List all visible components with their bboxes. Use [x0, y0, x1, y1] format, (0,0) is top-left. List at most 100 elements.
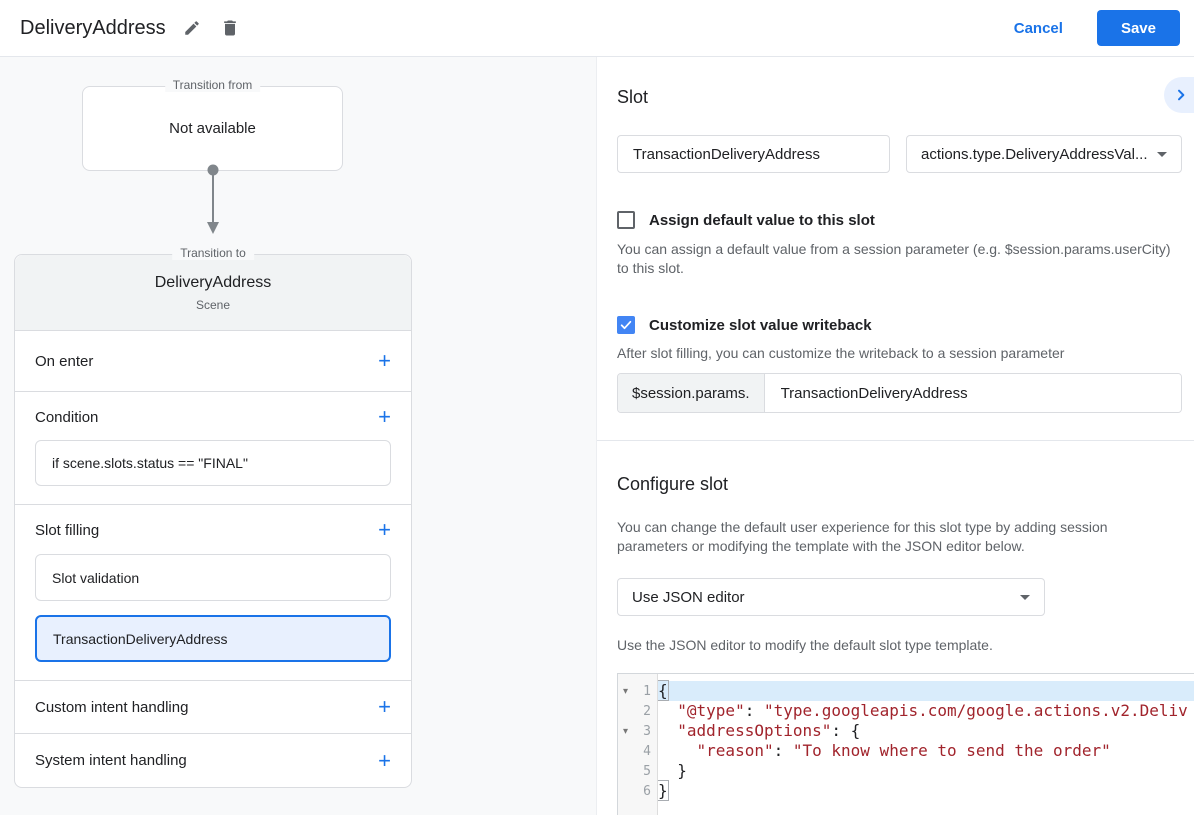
writeback-section: Customize slot value writeback After slo… [617, 316, 1182, 413]
editor-gutter-row: ▾ 3 [618, 721, 657, 741]
scene-card: Transition to DeliveryAddress Scene On e… [14, 246, 412, 788]
line-number: 2 [643, 703, 651, 719]
fold-arrow-icon[interactable]: ▾ [618, 686, 633, 697]
editor-gutter-row: 2 [618, 701, 657, 721]
writeback-row[interactable]: Customize slot value writeback [617, 316, 1182, 334]
writeback-value-input[interactable] [764, 374, 1181, 412]
main-content: Transition from Not available Transition… [0, 57, 1194, 815]
slot-type-value: actions.type.DeliveryAddressVal... [921, 145, 1148, 163]
assign-default-section: Assign default value to this slot You ca… [617, 211, 1182, 278]
code-line[interactable]: "@type": "type.googleapis.com/google.act… [658, 701, 1194, 721]
code-line[interactable]: } [658, 780, 1194, 801]
assign-default-checkbox[interactable] [617, 211, 635, 229]
line-number: 6 [643, 783, 651, 799]
slot-item-validation[interactable]: Slot validation [35, 554, 391, 601]
configure-slot-heading: Configure slot [617, 474, 729, 494]
slot-filling-section: Slot filling + Slot validation Transacti… [15, 505, 411, 681]
editor-gutter: ▾ 1 2 ▾ 3 4 5 6 [618, 674, 658, 815]
add-on-enter-icon[interactable]: + [378, 350, 391, 372]
code-line[interactable]: { [658, 680, 1194, 701]
edit-scene-button[interactable] [176, 12, 208, 44]
check-icon [619, 318, 633, 332]
collapse-panel-button[interactable] [1164, 77, 1194, 113]
scene-type-label: Scene [195, 298, 231, 312]
dropdown-caret-icon [1020, 594, 1030, 600]
custom-intent-label: Custom intent handling [35, 698, 189, 716]
chevron-right-icon [1173, 87, 1189, 103]
writeback-param-field: $session.params. [617, 373, 1182, 413]
cancel-button[interactable]: Cancel [998, 12, 1079, 45]
editor-mode-value: Use JSON editor [632, 588, 745, 606]
slot-editor-panel: Slot actions.type.DeliveryAddressVal... … [597, 57, 1194, 815]
code-token: : [744, 701, 764, 720]
code-token-string: "@type" [677, 701, 745, 720]
assign-default-description: You can assign a default value from a se… [617, 241, 1171, 276]
assign-default-row[interactable]: Assign default value to this slot [617, 211, 1182, 229]
code-token: : { [831, 721, 861, 740]
system-intent-row[interactable]: System intent handling + [15, 734, 411, 787]
add-slot-icon[interactable]: + [378, 519, 391, 541]
editor-code[interactable]: { "@type": "type.googleapis.com/google.a… [658, 674, 1194, 815]
save-button[interactable]: Save [1096, 10, 1180, 46]
trash-icon [220, 18, 240, 38]
scene-card-header[interactable]: DeliveryAddress Scene [15, 255, 411, 331]
line-number: 5 [643, 763, 651, 779]
code-line[interactable]: "addressOptions": { [658, 721, 1194, 741]
transition-from-content: Not available [169, 120, 256, 137]
line-number: 1 [643, 683, 651, 699]
dropdown-caret-icon [1157, 151, 1167, 157]
page-title: DeliveryAddress [20, 16, 166, 39]
add-system-intent-icon[interactable]: + [378, 749, 391, 771]
code-token-string: "reason" [696, 741, 774, 760]
json-editor-hint: Use the JSON editor to modify the defaul… [617, 637, 993, 653]
code-token-string: "type.googleapis.com/google.actions.v2.D… [763, 701, 1188, 720]
line-number: 4 [643, 743, 651, 759]
editor-mode-dropdown[interactable]: Use JSON editor [617, 578, 1045, 616]
code-token-bracket: { [658, 680, 669, 701]
section-divider [597, 440, 1194, 441]
transition-from-label: Transition from [164, 78, 261, 92]
writeback-prefix: $session.params. [618, 374, 765, 412]
code-token: : [773, 741, 793, 760]
scene-flow-panel: Transition from Not available Transition… [0, 57, 597, 815]
line-number: 3 [643, 723, 651, 739]
code-token-bracket: } [658, 780, 669, 801]
transition-from-box: Transition from Not available [82, 78, 343, 171]
code-token-string: "addressOptions" [677, 721, 832, 740]
code-line[interactable]: } [658, 761, 1194, 781]
code-line[interactable]: "reason": "To know where to send the ord… [658, 741, 1194, 761]
condition-label: Condition [35, 408, 99, 426]
condition-item[interactable]: if scene.slots.status == "FINAL" [35, 440, 391, 486]
slot-item-selected[interactable]: TransactionDeliveryAddress [35, 615, 391, 662]
transition-to-label: Transition to [172, 246, 254, 260]
editor-gutter-row: 5 [618, 761, 657, 781]
code-token: } [658, 761, 687, 780]
configure-slot-description: You can change the default user experien… [617, 519, 1108, 554]
json-code-editor: ▾ 1 2 ▾ 3 4 5 6 { "@type": "type.googleapis.com… [617, 673, 1194, 815]
scene-name: DeliveryAddress [154, 274, 272, 291]
flow-arrow-icon [205, 164, 221, 241]
fold-arrow-icon[interactable]: ▾ [618, 726, 633, 737]
slot-heading: Slot [617, 87, 649, 107]
code-token-string: "To know where to send the order" [792, 741, 1111, 760]
editor-gutter-row: ▾ 1 [618, 681, 657, 701]
editor-gutter-row: 4 [618, 741, 657, 761]
assign-default-label: Assign default value to this slot [649, 211, 875, 229]
add-condition-icon[interactable]: + [378, 406, 391, 428]
slot-type-dropdown[interactable]: actions.type.DeliveryAddressVal... [906, 135, 1182, 173]
custom-intent-row[interactable]: Custom intent handling + [15, 681, 411, 734]
pencil-icon [183, 19, 201, 37]
condition-section: Condition + if scene.slots.status == "FI… [15, 392, 411, 505]
slot-name-input[interactable] [617, 135, 890, 173]
top-bar: DeliveryAddress Cancel Save [0, 0, 1194, 57]
writeback-label: Customize slot value writeback [649, 316, 872, 334]
on-enter-label: On enter [35, 352, 94, 370]
add-custom-intent-icon[interactable]: + [378, 696, 391, 718]
slot-filling-label: Slot filling [35, 521, 100, 539]
delete-scene-button[interactable] [214, 12, 246, 44]
on-enter-row[interactable]: On enter + [15, 331, 411, 392]
writeback-checkbox[interactable] [617, 316, 635, 334]
